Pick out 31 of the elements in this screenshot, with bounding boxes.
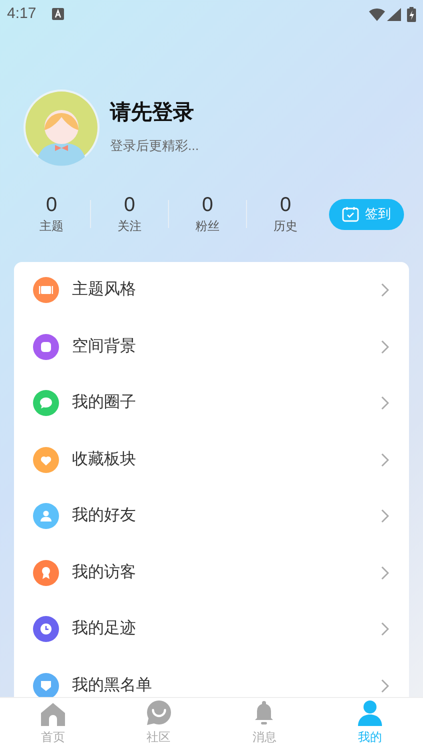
stat-item[interactable]: 0 主题 bbox=[13, 193, 90, 235]
menu-item[interactable]: 我的足迹 bbox=[14, 601, 409, 658]
status-time: 4:17 bbox=[7, 4, 36, 24]
chevron-right-icon bbox=[381, 283, 389, 298]
chevron-right-icon bbox=[381, 340, 389, 354]
home-icon bbox=[40, 702, 66, 726]
menu-item[interactable]: 空间背景 bbox=[14, 318, 409, 375]
menu-item[interactable]: 我的黑名单 bbox=[14, 658, 409, 697]
menu-item[interactable]: 主题风格 bbox=[14, 262, 409, 318]
chevron-right-icon bbox=[381, 678, 389, 693]
notification-icon bbox=[52, 8, 64, 20]
login-subtitle: 登录后更精彩... bbox=[110, 136, 199, 155]
signal-icon bbox=[387, 8, 401, 20]
menu-item[interactable]: 我的访客 bbox=[14, 544, 409, 601]
wifi-icon bbox=[369, 8, 385, 20]
chevron-right-icon bbox=[381, 566, 389, 580]
menu-item[interactable]: 我的好友 bbox=[14, 488, 409, 544]
battery-icon bbox=[407, 6, 416, 22]
login-prompt[interactable]: 请先登录 bbox=[110, 100, 199, 126]
stat-item[interactable]: 0 粉丝 bbox=[169, 193, 246, 235]
stat-item[interactable]: 0 关注 bbox=[91, 193, 168, 235]
menu-item[interactable]: 收藏板块 bbox=[14, 432, 409, 488]
chevron-right-icon bbox=[381, 452, 389, 467]
chevron-right-icon bbox=[381, 622, 389, 636]
chat-bubble-icon bbox=[146, 700, 172, 726]
calendar-check-icon bbox=[342, 206, 359, 222]
chevron-right-icon bbox=[381, 509, 389, 524]
person-icon bbox=[357, 700, 384, 726]
stat-item[interactable]: 0 历史 bbox=[247, 193, 324, 235]
menu-item[interactable]: 我的圈子 bbox=[14, 375, 409, 432]
chevron-right-icon bbox=[381, 396, 389, 410]
